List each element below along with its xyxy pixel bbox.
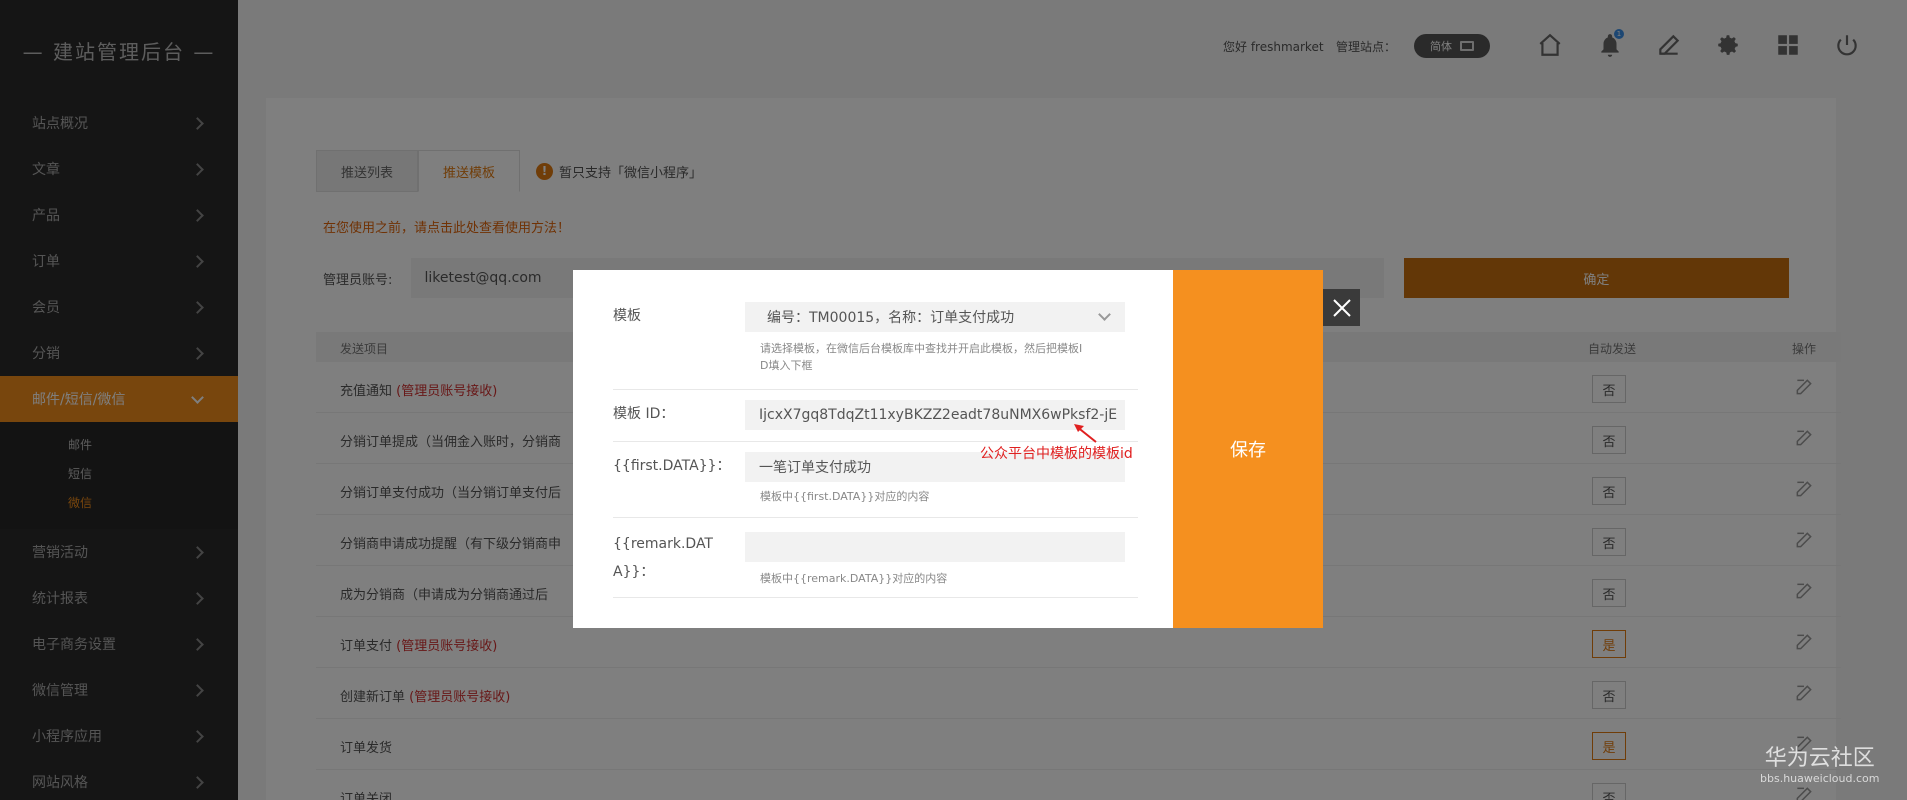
template-hint-line: D填入下框 (760, 359, 813, 372)
save-button[interactable]: 保存 (1173, 270, 1323, 628)
close-icon[interactable] (1323, 289, 1360, 326)
remark-data-hint: 模板中{{remark.DATA}}对应的内容 (760, 572, 948, 585)
template-id-row: 模板 ID： IjcxX7gq8TdqZt11xyBKZZ2eadt78uNMX… (613, 390, 1138, 442)
remark-data-input[interactable] (745, 532, 1125, 562)
template-select[interactable]: 编号：TM00015，名称：订单支付成功 (745, 302, 1125, 332)
template-id-input[interactable]: IjcxX7gq8TdqZt11xyBKZZ2eadt78uNMX6wPksf2… (745, 400, 1125, 430)
template-label: 模板 (613, 308, 641, 324)
first-data-label: {{first.DATA}}： (613, 458, 731, 474)
template-modal: 模板 编号：TM00015，名称：订单支付成功 请选择模板，在微信后台模板库中查… (573, 270, 1323, 628)
remark-data-label-line: A}}： (613, 564, 655, 580)
template-id-label: 模板 ID： (613, 406, 675, 422)
remark-data-label-line: {{remark.DAT (613, 536, 713, 552)
template-row: 模板 编号：TM00015，名称：订单支付成功 请选择模板，在微信后台模板库中查… (613, 298, 1138, 390)
watermark: 华为云社区 bbs.huaweicloud.com (1760, 740, 1879, 785)
first-data-hint: 模板中{{first.DATA}}对应的内容 (760, 490, 930, 503)
template-hint: 请选择模板，在微信后台模板库中查找并开启此模板，然后把模板I D填入下框 (760, 340, 1082, 374)
watermark-url: bbs.huaweicloud.com (1760, 772, 1880, 785)
chevron-down-icon (1098, 308, 1111, 321)
watermark-title: 华为云社区 (1764, 746, 1875, 771)
annotation-text: 公众平台中模板的模板id (980, 446, 1133, 462)
remark-data-row: {{remark.DAT A}}： 模板中{{remark.DATA}}对应的内… (613, 518, 1138, 598)
remark-data-label: {{remark.DAT A}}： (613, 530, 713, 586)
template-select-value: 编号：TM00015，名称：订单支付成功 (767, 310, 1015, 326)
template-hint-line: 请选择模板，在微信后台模板库中查找并开启此模板，然后把模板I (760, 342, 1083, 355)
